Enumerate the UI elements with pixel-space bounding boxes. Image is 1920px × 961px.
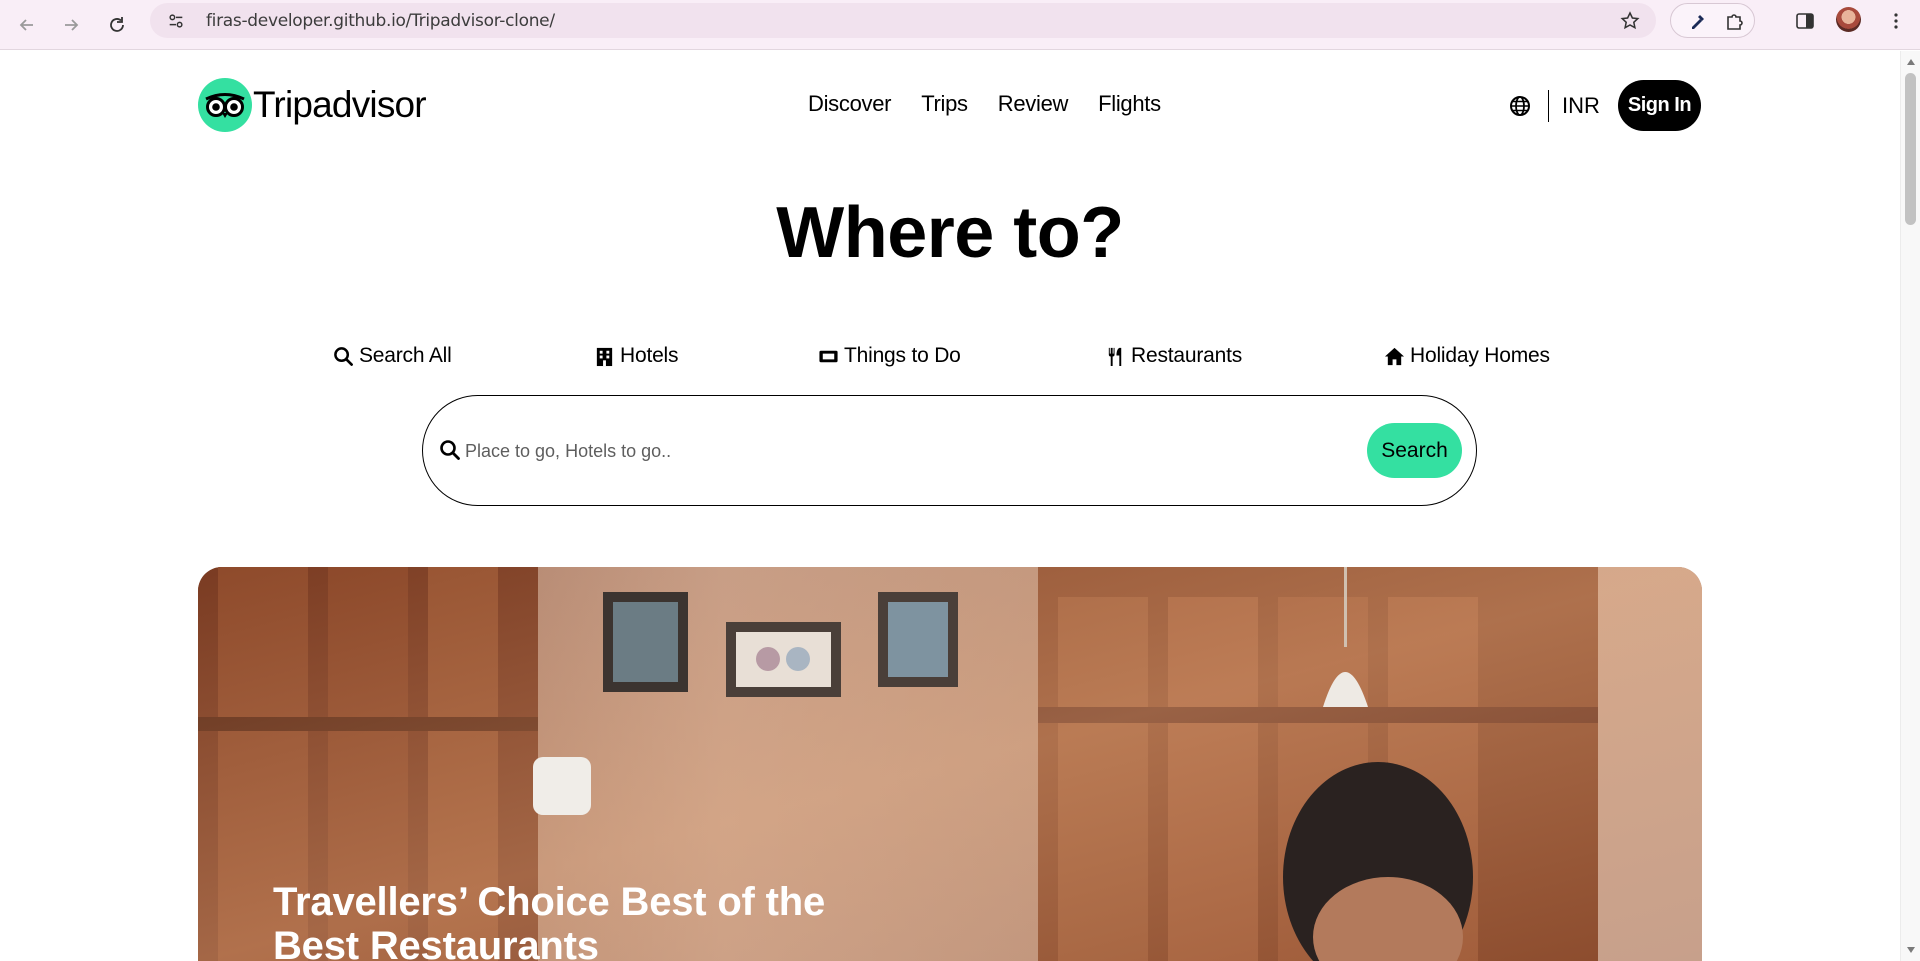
- scroll-up-arrow-icon[interactable]: [1907, 59, 1915, 65]
- owl-eyes-logo-icon: [198, 78, 252, 132]
- tab-label: Things to Do: [844, 344, 961, 367]
- search-icon: [334, 346, 353, 366]
- page-scrollbar[interactable]: [1900, 51, 1920, 961]
- utensils-icon: [1108, 347, 1122, 366]
- tab-hotels[interactable]: Hotels: [594, 344, 679, 368]
- banner-title: Travellers’ Choice Best of the Best Rest…: [273, 880, 825, 961]
- address-bar[interactable]: firas-developer.github.io/Tripadvisor-cl…: [150, 3, 1656, 38]
- tab-search-all[interactable]: Search All: [333, 344, 452, 368]
- globe-icon[interactable]: [1508, 94, 1532, 118]
- hotel-building-icon: [596, 347, 613, 366]
- ticket-icon: [819, 350, 838, 362]
- arrow-right-icon: [65, 19, 79, 31]
- tab-holiday-homes[interactable]: Holiday Homes: [1384, 344, 1550, 368]
- url-text[interactable]: firas-developer.github.io/Tripadvisor-cl…: [206, 11, 555, 31]
- tab-label: Hotels: [620, 344, 679, 367]
- tab-label: Search All: [359, 344, 452, 367]
- sign-in-button[interactable]: Sign In: [1618, 80, 1701, 131]
- tripadvisor-logo[interactable]: Tripadvisor: [198, 78, 427, 132]
- extensions-puzzle-icon[interactable]: [1724, 11, 1744, 31]
- reload-icon: [110, 17, 124, 32]
- search-bar: Search: [422, 395, 1477, 506]
- hero-banner[interactable]: Travellers’ Choice Best of the Best Rest…: [198, 567, 1702, 961]
- eyedropper-extension-icon[interactable]: [1688, 11, 1708, 31]
- home-icon: [1384, 347, 1405, 365]
- side-panel-icon: [1796, 13, 1814, 29]
- arrow-left-icon: [19, 19, 33, 31]
- page-title: Where to?: [776, 193, 1124, 273]
- tab-label: Restaurants: [1131, 344, 1243, 367]
- logo-text: Tripadvisor: [253, 84, 427, 125]
- scroll-down-arrow-icon[interactable]: [1907, 947, 1915, 953]
- profile-avatar[interactable]: [1836, 7, 1861, 32]
- side-panel-button[interactable]: [1793, 9, 1817, 33]
- nav-review[interactable]: Review: [998, 91, 1069, 117]
- back-button[interactable]: [9, 9, 45, 41]
- nav-discover[interactable]: Discover: [808, 91, 891, 117]
- browser-toolbar: firas-developer.github.io/Tripadvisor-cl…: [0, 0, 1920, 50]
- bookmark-star-icon[interactable]: [1620, 11, 1640, 31]
- search-input[interactable]: [465, 434, 1285, 468]
- nav-flights[interactable]: Flights: [1098, 91, 1161, 117]
- more-vertical-icon: [1894, 13, 1898, 29]
- extensions-group: [1670, 3, 1755, 38]
- tab-things-to-do[interactable]: Things to Do: [818, 344, 961, 368]
- forward-button[interactable]: [53, 9, 89, 41]
- site-info-icon[interactable]: [166, 11, 186, 31]
- scrollbar-thumb[interactable]: [1905, 73, 1916, 225]
- main-navigation: Discover Trips Review Flights: [808, 91, 1161, 117]
- currency-selector[interactable]: INR: [1562, 93, 1600, 119]
- search-icon: [440, 440, 460, 460]
- tab-restaurants[interactable]: Restaurants: [1105, 344, 1242, 368]
- search-button[interactable]: Search: [1367, 423, 1462, 478]
- tab-label: Holiday Homes: [1410, 344, 1550, 367]
- header-divider: [1548, 90, 1549, 122]
- reload-button[interactable]: [99, 9, 135, 41]
- browser-menu-button[interactable]: [1884, 9, 1908, 33]
- nav-trips[interactable]: Trips: [921, 91, 968, 117]
